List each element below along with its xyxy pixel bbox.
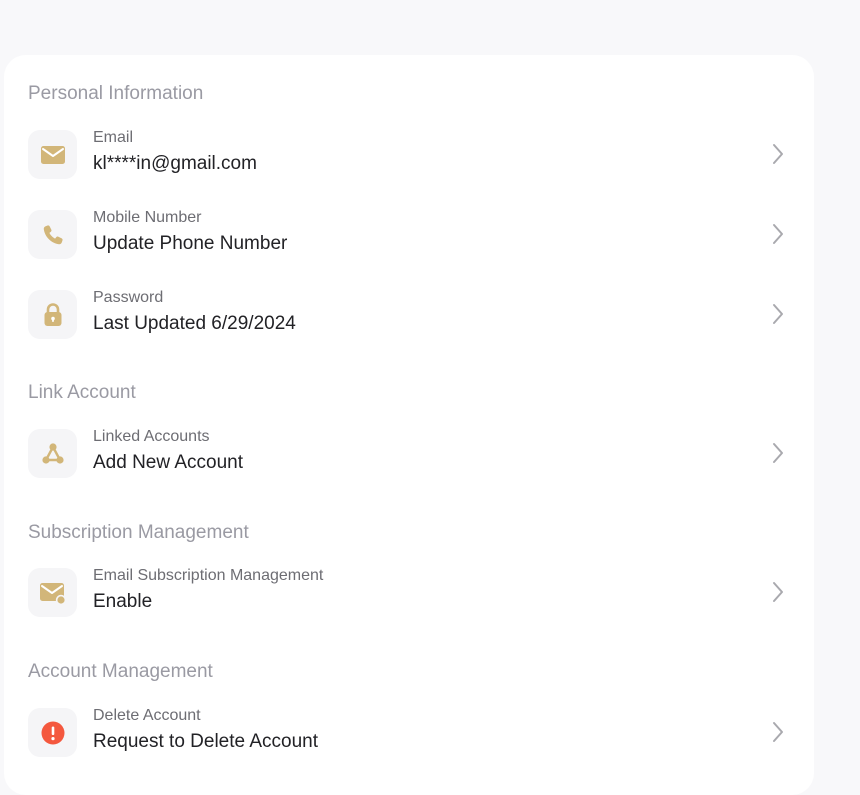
chevron-right-icon bbox=[773, 443, 783, 463]
icon-tile bbox=[28, 429, 77, 478]
settings-row-email[interactable]: Email kl****in@gmail.com bbox=[4, 125, 814, 185]
mail-badge-icon bbox=[39, 582, 66, 605]
row-label: Email Subscription Management bbox=[93, 567, 324, 584]
icon-tile bbox=[28, 708, 77, 757]
chevron-right-icon bbox=[773, 304, 783, 324]
section-title-link-account: Link Account bbox=[28, 382, 136, 403]
section-title-subscription-management: Subscription Management bbox=[28, 522, 249, 543]
row-value: kl****in@gmail.com bbox=[93, 153, 257, 174]
chevron-right-icon bbox=[773, 582, 783, 602]
row-label: Email bbox=[93, 129, 134, 146]
settings-row-linked-accounts[interactable]: Linked Accounts Add New Account bbox=[4, 424, 814, 484]
settings-row-password[interactable]: Password Last Updated 6/29/2024 bbox=[4, 285, 814, 345]
icon-tile bbox=[28, 130, 77, 179]
chevron-right-icon bbox=[773, 144, 783, 164]
settings-row-mobile-number[interactable]: Mobile Number Update Phone Number bbox=[4, 205, 814, 265]
phone-icon bbox=[43, 224, 63, 244]
lock-icon bbox=[44, 302, 61, 326]
icon-tile bbox=[28, 290, 77, 339]
settings-row-delete-account[interactable]: Delete Account Request to Delete Account bbox=[4, 703, 814, 763]
row-label: Mobile Number bbox=[93, 209, 202, 226]
row-value: Last Updated 6/29/2024 bbox=[93, 313, 296, 334]
settings-row-email-subscription[interactable]: Email Subscription Management Enable bbox=[4, 563, 814, 623]
row-label: Delete Account bbox=[93, 707, 201, 724]
row-label: Linked Accounts bbox=[93, 428, 210, 445]
row-value: Enable bbox=[93, 591, 153, 612]
alert-circle-icon bbox=[41, 721, 64, 744]
icon-tile bbox=[28, 210, 77, 259]
row-value: Request to Delete Account bbox=[93, 731, 318, 752]
row-label: Password bbox=[93, 289, 164, 306]
chevron-right-icon bbox=[773, 722, 783, 742]
share-nodes-icon bbox=[41, 442, 64, 464]
row-value: Add New Account bbox=[93, 452, 243, 473]
envelope-icon bbox=[40, 145, 65, 164]
section-title-account-management: Account Management bbox=[28, 661, 213, 682]
chevron-right-icon bbox=[773, 224, 783, 244]
row-value: Update Phone Number bbox=[93, 233, 288, 254]
settings-card: Personal Information Email kl****in@gmai… bbox=[4, 55, 814, 795]
section-title-personal-information: Personal Information bbox=[28, 83, 204, 104]
icon-tile bbox=[28, 568, 77, 617]
